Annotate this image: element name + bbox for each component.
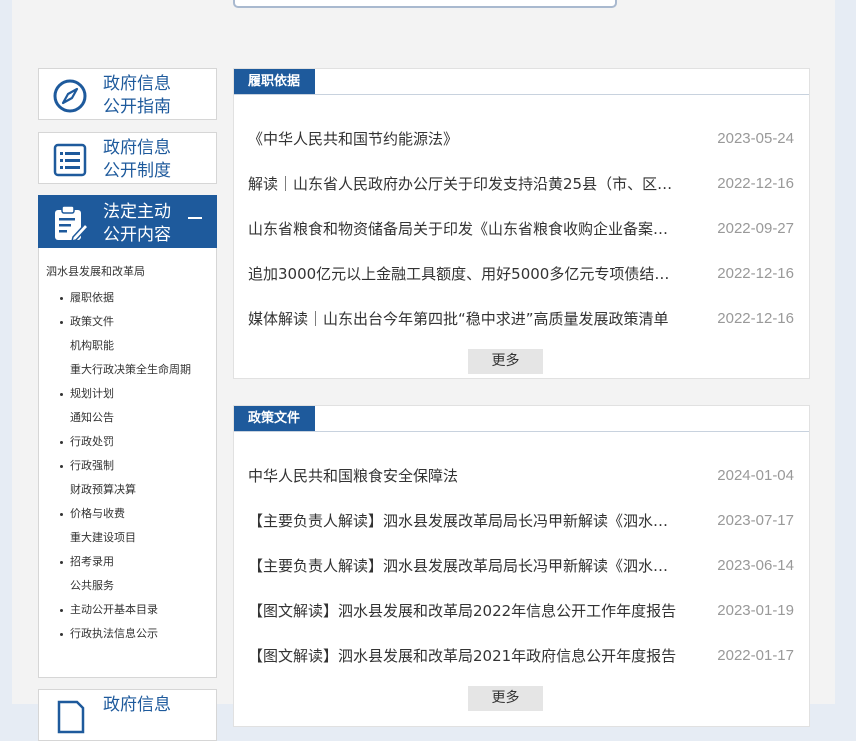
tree-item[interactable]: 行政强制 (39, 454, 216, 478)
article-item[interactable]: 【主要负责人解读】泗水县发展改革局局长冯甲新解读《泗水县重点项目建设方案》 202… (234, 544, 809, 589)
tree-item[interactable]: 规划计划 (39, 382, 216, 406)
article-item[interactable]: 【图文解读】泗水县发展和改革局2022年信息公开工作年度报告 2023-01-19 (234, 589, 809, 634)
tree-item[interactable]: 重大行政决策全生命周期 (39, 358, 216, 382)
panel-title[interactable]: 政策文件 (234, 406, 316, 431)
article-date: 2022-09-27 (717, 220, 794, 237)
article-item[interactable]: 【主要负责人解读】泗水县发展改革局局长冯甲新解读《泗水县国民经济和社会发展计划》… (234, 499, 809, 544)
article-item[interactable]: 山东省粮食和物资储备局关于印发《山东省粮食收购企业备案管理办法》的通知 2022-… (234, 207, 809, 252)
article-item[interactable]: 【图文解读】泗水县发展和改革局2021年政府信息公开年度报告 2022-01-17 (234, 634, 809, 679)
tree-item[interactable]: 行政执法信息公示 (39, 622, 216, 646)
tree-item[interactable]: 招考录用 (39, 550, 216, 574)
article-title[interactable]: 【主要负责人解读】泗水县发展改革局局长冯甲新解读《泗水县重点项目建设方案》 (248, 556, 682, 576)
article-title[interactable]: 追加3000亿元以上金融工具额度、用好5000多亿元专项债结存限额 (248, 264, 682, 284)
article-title[interactable]: 【图文解读】泗水县发展和改革局2022年信息公开工作年度报告 (248, 601, 682, 621)
article-date: 2022-12-16 (717, 175, 794, 192)
more-button[interactable]: 更多 (468, 349, 543, 374)
article-title[interactable]: 媒体解读｜山东出台今年第四批“稳中求进”高质量发展政策清单 (248, 309, 682, 329)
tree-item[interactable]: 机构职能 (39, 334, 216, 358)
article-title[interactable]: 山东省粮食和物资储备局关于印发《山东省粮食收购企业备案管理办法》的通知 (248, 219, 682, 239)
article-title[interactable]: 【主要负责人解读】泗水县发展改革局局长冯甲新解读《泗水县国民经济和社会发展计划》 (248, 511, 682, 531)
tree-item[interactable]: 重大建设项目 (39, 526, 216, 550)
nav-label: 政府信息 公开制度 (103, 138, 171, 181)
article-date: 2022-12-16 (717, 310, 794, 327)
article-title[interactable]: 《中华人民共和国节约能源法》 (248, 129, 682, 149)
nav-statutory-disclosure[interactable]: 法定主动 公开内容 (38, 195, 217, 249)
article-item[interactable]: 追加3000亿元以上金融工具额度、用好5000多亿元专项债结存限额 2022-12… (234, 252, 809, 297)
nav-label: 政府信息 (103, 695, 171, 715)
more-button[interactable]: 更多 (468, 686, 543, 711)
article-item[interactable]: 中华人民共和国粮食安全保障法 2024-01-04 (234, 454, 809, 499)
tree-list: 履职依据 政策文件 机构职能 重大行政决策全生命周期 规划计划 通知公告 行政处罚 行政强制财… (39, 286, 216, 646)
article-list: 中华人民共和国粮食安全保障法 2024-01-04 【主要负责人解读】泗水县发展改革… (234, 454, 809, 679)
panel-policy-documents: 政策文件 中华人民共和国粮食安全保障法 2024-01-04 【主要负责人解读】泗水… (233, 405, 810, 727)
article-date: 2024-01-04 (717, 467, 794, 484)
search-box[interactable] (233, 0, 617, 8)
tree-item[interactable]: 政策文件 (39, 310, 216, 334)
panel-header (234, 69, 809, 95)
list-document-icon (53, 143, 87, 177)
tree-item[interactable]: 行政处罚 (39, 430, 216, 454)
panel-header (234, 406, 809, 432)
panel-title[interactable]: 履职依据 (234, 69, 316, 94)
tree-item[interactable]: 价格与收费 (39, 502, 216, 526)
article-title[interactable]: 解读｜山东省人民政府办公厅关于印发支持沿黄25县（市、区）推动高质量发展若干政策… (248, 174, 682, 194)
collapse-icon[interactable] (188, 217, 202, 219)
article-date: 2023-07-17 (717, 512, 794, 529)
tree-item[interactable]: 财政预算决算 (39, 478, 216, 502)
clipboard-edit-icon (55, 205, 90, 242)
tree-item[interactable]: 通知公告 (39, 406, 216, 430)
article-date: 2023-05-24 (717, 130, 794, 147)
article-title[interactable]: 中华人民共和国粮食安全保障法 (248, 466, 682, 486)
nav-disclosure-system[interactable]: 政府信息 公开制度 (38, 132, 217, 184)
sidebar-subtree: 泗水县发展和改革局 履职依据 政策文件 机构职能 重大行政决策全生命周期 规划计划 通知公… (38, 248, 217, 678)
article-date: 2022-01-17 (717, 647, 794, 664)
nav-disclosure-annual-report[interactable]: 政府信息 (38, 689, 217, 741)
article-title[interactable]: 【图文解读】泗水县发展和改革局2021年政府信息公开年度报告 (248, 646, 682, 666)
article-date: 2023-06-14 (717, 557, 794, 574)
article-date: 2023-01-19 (717, 602, 794, 619)
nav-label: 法定主动 公开内容 (103, 202, 171, 245)
page-container: 政府信息 公开指南 政府信息 公开制度 法定主动 公开内容 泗水县发展和改革局 … (12, 0, 835, 741)
tree-item[interactable]: 主动公开基本目录 (39, 598, 216, 622)
tree-item[interactable]: 公共服务 (39, 574, 216, 598)
tree-root[interactable]: 泗水县发展和改革局 (46, 263, 145, 279)
article-list: 《中华人民共和国节约能源法》 2023-05-24 解读｜山东省人民政府办公厅关于印… (234, 117, 809, 342)
compass-icon (53, 79, 87, 113)
nav-disclosure-guide[interactable]: 政府信息 公开指南 (38, 68, 217, 120)
article-item[interactable]: 媒体解读｜山东出台今年第四批“稳中求进”高质量发展政策清单 2022-12-16 (234, 297, 809, 342)
panel-duty-basis: 履职依据 《中华人民共和国节约能源法》 2023-05-24 解读｜山东省人民政府办… (233, 68, 810, 379)
tree-item[interactable]: 履职依据 (39, 286, 216, 310)
article-item[interactable]: 解读｜山东省人民政府办公厅关于印发支持沿黄25县（市、区）推动高质量发展若干政策… (234, 162, 809, 207)
article-item[interactable]: 《中华人民共和国节约能源法》 2023-05-24 (234, 117, 809, 162)
nav-label: 政府信息 公开指南 (103, 74, 171, 117)
article-date: 2022-12-16 (717, 265, 794, 282)
